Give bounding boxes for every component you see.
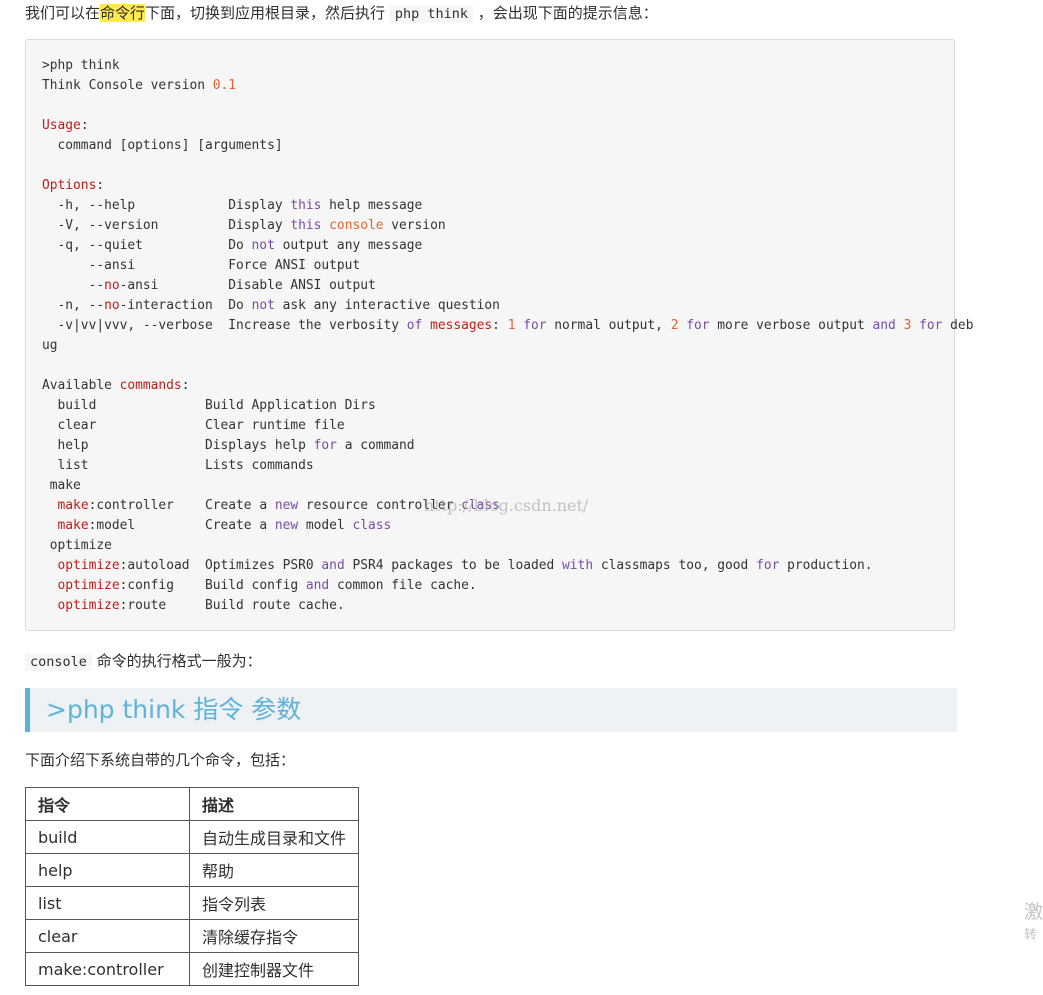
- table-cell: clear: [25, 919, 190, 953]
- list-intro: 下面介绍下系统自带的几个命令，包括：: [25, 751, 296, 769]
- option-no-interaction: -n, --no-interaction Do not ask any inte…: [42, 298, 500, 313]
- option-version: -V, --version Display this console versi…: [42, 218, 446, 233]
- table-row: help 帮助: [25, 853, 359, 887]
- cmd-optimize-route: optimize:route Build route cache.: [57, 598, 345, 613]
- options-label: Options: [42, 178, 97, 193]
- inline-code-php-think: php think: [389, 5, 473, 23]
- table-row: make:controller 创建控制器文件: [25, 952, 359, 986]
- console-format-note: console 命令的执行格式一般为：: [25, 650, 262, 673]
- intro-text-start: 我们可以在: [25, 4, 101, 22]
- side-floating-text[interactable]: 激: [1024, 897, 1043, 924]
- console-note-text: 命令的执行格式一般为：: [91, 652, 262, 670]
- intro-paragraph: 我们可以在命令行下面，切换到应用根目录，然后执行 php think ，会出现下…: [25, 2, 658, 25]
- cmd-clear: clear Clear runtime file: [42, 418, 345, 433]
- table-cell: 指令列表: [189, 886, 359, 920]
- usage-line: command [options] [arguments]: [42, 138, 283, 153]
- table-row: clear 清除缓存指令: [25, 919, 359, 953]
- group-make: make: [42, 478, 81, 493]
- usage-label: Usage: [42, 118, 81, 133]
- table-cell: build: [25, 820, 190, 854]
- inline-code-console: console: [25, 653, 92, 671]
- table-cell: 帮助: [189, 853, 359, 887]
- console-output: >php think Think Console version 0.1 Usa…: [42, 58, 974, 613]
- table-header-row: 指令 描述: [25, 787, 359, 821]
- table-cell: list: [25, 886, 190, 920]
- intro-text-end: ，会出现下面的提示信息：: [472, 4, 658, 22]
- table-cell: 自动生成目录和文件: [189, 820, 359, 854]
- cmd-list: list Lists commands: [42, 458, 314, 473]
- side-floating-subtext[interactable]: 转: [1024, 924, 1037, 943]
- option-no-ansi: --no-ansi Disable ANSI output: [42, 278, 376, 293]
- version-label: Think Console version: [42, 78, 213, 93]
- option-verbose: -v|vv|vvv, --verbose Increase the verbos…: [42, 318, 974, 353]
- cmd-optimize-config: optimize:config Build config and common …: [57, 578, 477, 593]
- version-number: 0.1: [212, 78, 237, 93]
- commands-table: 指令 描述 build 自动生成目录和文件 help 帮助 list 指令列表 …: [25, 787, 359, 986]
- cmd-make-model: make:model Create a new model class: [57, 518, 392, 533]
- table-cell: 创建控制器文件: [189, 952, 359, 986]
- blockquote-text: >php think 指令 参数: [46, 695, 302, 724]
- intro-text-middle: 下面，切换到应用根目录，然后执行: [145, 4, 390, 22]
- option-quiet: -q, --quiet Do not output any message: [42, 238, 423, 253]
- table-header: 指令: [25, 787, 190, 821]
- commands-word: commands: [119, 378, 182, 393]
- highlighted-term: 命令行: [100, 4, 146, 22]
- table-row: list 指令列表: [25, 886, 359, 920]
- option-help: -h, --help Display this help message: [42, 198, 423, 213]
- watermark: http://blog.csdn.net/: [424, 496, 589, 515]
- code-block: >php think Think Console version 0.1 Usa…: [25, 39, 973, 631]
- table-cell: 清除缓存指令: [189, 919, 359, 953]
- option-ansi: --ansi Force ANSI output: [42, 258, 361, 273]
- table-cell: help: [25, 853, 190, 887]
- blockquote: >php think 指令 参数: [25, 688, 957, 732]
- group-optimize: optimize: [42, 538, 112, 553]
- prompt-line: >php think: [42, 58, 120, 73]
- table-header: 描述: [189, 787, 359, 821]
- table-cell: make:controller: [25, 952, 190, 986]
- cmd-build: build Build Application Dirs: [42, 398, 376, 413]
- cmd-help: help Displays help for a command: [42, 438, 415, 453]
- available-label: Available: [42, 378, 120, 393]
- cmd-optimize-autoload: optimize:autoload Optimizes PSR0 and PSR…: [57, 558, 873, 573]
- table-row: build 自动生成目录和文件: [25, 820, 359, 854]
